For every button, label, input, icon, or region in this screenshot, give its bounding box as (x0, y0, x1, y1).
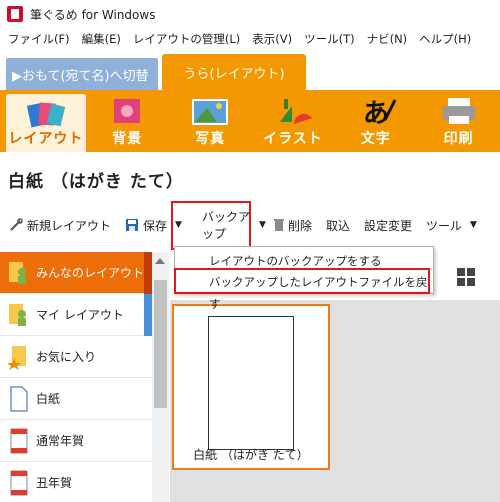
import-button[interactable]: 取込 (326, 206, 350, 244)
import-label: 取込 (325, 218, 350, 233)
list-item-new-year-regular[interactable]: 通常年賀 (0, 420, 152, 462)
background-icon (114, 99, 141, 123)
list-item-favorites[interactable]: お気に入り (0, 336, 152, 378)
list-item-label: お気に入り (36, 350, 97, 364)
list-scrollbar[interactable] (152, 252, 169, 502)
trash-icon (273, 219, 284, 231)
tools-icon (10, 218, 23, 231)
category-text[interactable]: あ 文字 (334, 90, 417, 152)
menu-tools[interactable]: ツール(T) (298, 28, 361, 50)
printer-icon (442, 98, 475, 124)
menu-edit[interactable]: 編集(E) (76, 28, 127, 50)
category-layout-label: レイアウト (8, 131, 84, 147)
text-brush-icon: あ (363, 99, 397, 126)
tab-switch-front[interactable]: ▶おもて(宛て名)へ切替 (6, 58, 158, 90)
card-red-icon (10, 470, 28, 495)
tools-menu-label: ツール (426, 218, 463, 233)
view-tabs: ▶おもて(宛て名)へ切替 うら(レイアウト) (0, 54, 500, 90)
person-icon (9, 303, 26, 326)
tools-dropdown-caret-icon: ▼ (470, 220, 477, 230)
backup-dropdown-caret-icon: ▼ (259, 220, 266, 230)
new-layout-button[interactable]: 新規レイアウト (9, 206, 111, 244)
menu-help[interactable]: ヘルプ(H) (413, 28, 477, 50)
menu-file[interactable]: ファイル(F) (2, 28, 76, 50)
layout-thumbnail[interactable]: 白紙 （はがき たて） (172, 304, 330, 470)
star-folder-icon (8, 345, 26, 370)
menu-bar: ファイル(F) 編集(E) レイアウトの管理(L) 表示(V) ツール(T) ナ… (0, 28, 500, 50)
list-stripe (144, 294, 152, 336)
window-title: 筆ぐるめ for Windows (30, 7, 156, 22)
list-item-label: 通常年賀 (36, 434, 85, 448)
title-bar: 筆ぐるめ for Windows (0, 0, 500, 28)
menu-navi[interactable]: ナビ(N) (361, 28, 414, 50)
grid-view-icon[interactable] (457, 268, 475, 286)
menu-view[interactable]: 表示(V) (246, 28, 298, 50)
list-item-my-layout[interactable]: マイ レイアウト (0, 294, 152, 336)
blank-page-icon (10, 385, 28, 412)
new-layout-label: 新規レイアウト (27, 218, 112, 233)
card-red-icon (10, 428, 28, 453)
category-ribbon: レイアウト 背景 写真 イラスト あ 文字 印刷 (0, 90, 500, 152)
category-photo-label: 写真 (195, 131, 226, 147)
delete-label: 削除 (287, 218, 312, 233)
save-disk-icon (126, 219, 139, 231)
list-item-label: みんなのレイアウト (36, 266, 145, 280)
category-print-label: 印刷 (443, 131, 474, 147)
category-illustration-label: イラスト (263, 131, 323, 147)
svg-text:あ: あ (363, 99, 390, 126)
restore-highlight-box (174, 268, 430, 294)
scroll-thumb[interactable] (154, 280, 167, 408)
list-item-label: 丑年賀 (36, 476, 73, 490)
menu-layout-manage[interactable]: レイアウトの管理(L) (127, 28, 246, 50)
category-layout[interactable]: レイアウト (6, 94, 86, 152)
page-title: 白紙 （はがき たて） (8, 172, 184, 192)
postcard-preview (208, 316, 294, 450)
scroll-up-arrow-icon[interactable] (155, 258, 165, 264)
list-item-everyone-layout[interactable]: みんなのレイアウト (0, 252, 152, 294)
category-text-label: 文字 (360, 131, 391, 147)
category-background[interactable]: 背景 (86, 90, 169, 152)
category-illustration[interactable]: イラスト (252, 90, 335, 152)
list-item-label: マイ レイアウト (36, 308, 124, 322)
layout-category-list: みんなのレイアウト マイ レイアウト お気に入り 白紙 通常年賀 丑年賀 (0, 252, 152, 502)
category-background-label: 背景 (112, 131, 143, 147)
category-print[interactable]: 印刷 (417, 90, 500, 152)
list-item-label: 白紙 (36, 392, 61, 406)
list-item-ox-new-year[interactable]: 丑年賀 (0, 462, 152, 502)
layout-cards-icon (26, 102, 66, 128)
tools-menu-button[interactable]: ツール ▼ (426, 206, 477, 244)
tab-back-layout[interactable]: うら(レイアウト) (162, 54, 306, 90)
list-stripe (144, 252, 152, 294)
save-label: 保存 (143, 218, 168, 233)
delete-button[interactable]: 削除 (272, 206, 312, 244)
people-icon (9, 261, 26, 284)
settings-change-label: 設定変更 (363, 218, 412, 233)
list-item-blank[interactable]: 白紙 (0, 378, 152, 420)
thumbnail-label: 白紙 （はがき たて） (193, 448, 309, 462)
illustration-icon (279, 99, 312, 124)
category-photo[interactable]: 写真 (169, 90, 252, 152)
photo-icon (192, 99, 229, 125)
app-icon (7, 6, 23, 22)
settings-change-button[interactable]: 設定変更 (364, 206, 412, 244)
backup-highlight-box (171, 201, 251, 250)
